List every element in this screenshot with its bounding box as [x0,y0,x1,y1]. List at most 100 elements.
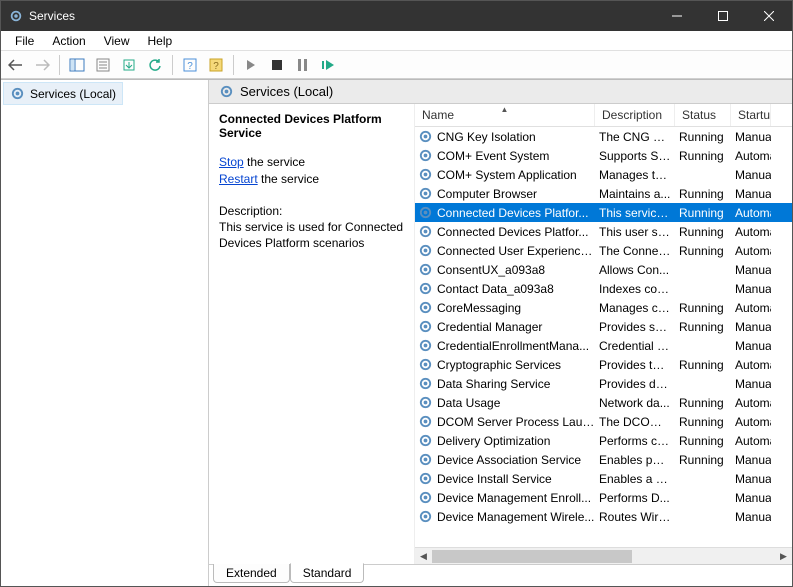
show-hide-tree-button[interactable] [66,54,88,76]
service-row[interactable]: Data Sharing ServiceProvides da... Manual [415,374,792,393]
service-row[interactable]: Computer BrowserMaintains a...RunningMan… [415,184,792,203]
service-row[interactable]: Cryptographic ServicesProvides thr...Run… [415,355,792,374]
list-body[interactable]: CNG Key IsolationThe CNG ke...RunningMan… [415,127,792,547]
service-name: Device Management Enroll... [437,491,595,505]
window-title: Services [29,9,75,23]
column-header-name[interactable]: Name ▲ [415,104,595,126]
sort-arrow-icon: ▲ [501,105,509,114]
service-row[interactable]: Device Association ServiceEnables pair..… [415,450,792,469]
service-row[interactable]: Device Management Enroll...Performs D...… [415,488,792,507]
service-description: Performs co... [595,434,675,448]
export-list-button[interactable] [118,54,140,76]
start-service-button[interactable] [240,54,262,76]
gear-icon [418,243,433,258]
gear-icon [418,509,433,524]
column-header-startup[interactable]: Startup Type [731,104,771,126]
horizontal-scrollbar[interactable]: ◀ ▶ [415,547,792,564]
stop-service-link[interactable]: Stop [219,155,244,169]
gear-icon [418,186,433,201]
menu-view[interactable]: View [96,32,138,50]
pause-service-button[interactable] [292,54,314,76]
service-name: Connected Devices Platfor... [437,225,595,239]
service-row[interactable]: DCOM Server Process Laun...The DCOML...R… [415,412,792,431]
gear-icon [418,490,433,505]
service-row[interactable]: Connected Devices Platfor...This user se… [415,222,792,241]
service-list-pane: Name ▲ Description Status Startup Type C… [414,104,792,564]
service-row[interactable]: Connected User Experience...The Connec..… [415,241,792,260]
service-row[interactable]: Credential ManagerProvides se...RunningM… [415,317,792,336]
scroll-right-button[interactable]: ▶ [775,548,792,565]
tab-extended[interactable]: Extended [213,564,290,583]
minimize-button[interactable] [654,1,700,31]
scroll-track[interactable] [432,548,775,565]
scroll-thumb[interactable] [432,550,632,563]
menu-action[interactable]: Action [44,32,93,50]
menu-file[interactable]: File [7,32,42,50]
service-startup: Manual [731,187,771,201]
service-row[interactable]: Delivery OptimizationPerforms co...Runni… [415,431,792,450]
menubar: File Action View Help [1,31,792,51]
service-status: Running [675,149,731,163]
service-status: Running [675,415,731,429]
service-row[interactable]: Contact Data_a093a8Indexes con...Manual [415,279,792,298]
view-tabs: Extended Standard [209,564,792,586]
properties-button[interactable] [92,54,114,76]
service-name: Data Usage [437,396,595,410]
service-startup: Manual [731,453,771,467]
gear-icon [418,300,433,315]
gear-icon [418,205,433,220]
scroll-left-button[interactable]: ◀ [415,548,432,565]
service-row[interactable]: CNG Key IsolationThe CNG ke...RunningMan… [415,127,792,146]
list-header: Name ▲ Description Status Startup Type [415,104,792,127]
service-row[interactable]: COM+ Event SystemSupports Sy...RunningAu… [415,146,792,165]
service-status: Running [675,187,731,201]
service-description: Indexes con... [595,282,675,296]
maximize-button[interactable] [700,1,746,31]
service-row[interactable]: ConsentUX_a093a8Allows Con...Manual [415,260,792,279]
service-startup: Automatic [731,396,771,410]
stop-service-button[interactable] [266,54,288,76]
pane-header-title: Services (Local) [240,84,333,99]
service-row[interactable]: Connected Devices Platfor...This service… [415,203,792,222]
service-row[interactable]: Device Management Wirele...Routes Wire..… [415,507,792,526]
service-name: Data Sharing Service [437,377,595,391]
service-row[interactable]: Device Install ServiceEnables a c...Manu… [415,469,792,488]
service-row[interactable]: Data UsageNetwork da...RunningAutomatic [415,393,792,412]
service-startup: Manual [731,377,771,391]
restart-suffix: the service [258,172,319,186]
tree-root-services-local[interactable]: Services (Local) [3,82,123,105]
column-header-description[interactable]: Description [595,104,675,126]
service-status: Running [675,434,731,448]
service-startup: Manual [731,339,771,353]
service-name: Computer Browser [437,187,595,201]
menu-help[interactable]: Help [140,32,181,50]
restart-service-button[interactable] [318,54,340,76]
service-startup: Automatic [731,301,771,315]
service-row[interactable]: CoreMessagingManages co...RunningAutomat… [415,298,792,317]
service-row[interactable]: COM+ System ApplicationManages th...Manu… [415,165,792,184]
service-description: Provides da... [595,377,675,391]
back-button[interactable] [5,54,27,76]
forward-button[interactable] [31,54,53,76]
service-status: Running [675,301,731,315]
help-topics-button[interactable]: ? [205,54,227,76]
tab-standard[interactable]: Standard [290,563,365,583]
tree-pane: Services (Local) [1,80,209,586]
gear-icon [418,224,433,239]
column-header-status[interactable]: Status [675,104,731,126]
pane-header: Services (Local) [209,80,792,104]
service-name: Delivery Optimization [437,434,595,448]
service-name: Device Association Service [437,453,595,467]
service-name: Connected User Experience... [437,244,595,258]
gear-icon [418,148,433,163]
service-startup: Manual [731,168,771,182]
close-button[interactable] [746,1,792,31]
service-row[interactable]: CredentialEnrollmentMana...Credential E.… [415,336,792,355]
description-label: Description: [219,204,404,218]
gear-icon [418,414,433,429]
service-status: Running [675,206,731,220]
gear-icon [418,376,433,391]
help-button[interactable]: ? [179,54,201,76]
refresh-button[interactable] [144,54,166,76]
restart-service-link[interactable]: Restart [219,172,258,186]
